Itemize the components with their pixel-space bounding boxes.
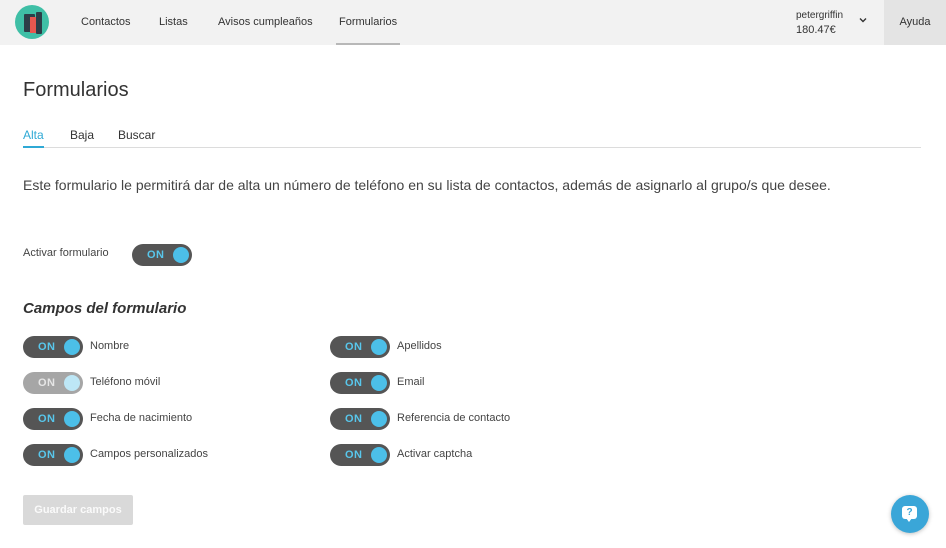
fecha-nacimiento-toggle[interactable]: ON	[23, 408, 83, 430]
tab-baja[interactable]: Baja	[70, 128, 94, 148]
help-button[interactable]: Ayuda	[884, 0, 946, 45]
toggle-knob	[371, 411, 387, 427]
nav-item-contactos[interactable]: Contactos	[81, 0, 131, 45]
user-balance: 180.47€	[796, 24, 836, 36]
intro-text: Este formulario le permitirá dar de alta…	[23, 177, 831, 193]
tab-alta[interactable]: Alta	[23, 128, 44, 148]
toggle-knob	[64, 375, 80, 391]
nav-item-listas[interactable]: Listas	[159, 0, 188, 45]
section-title: Campos del formulario	[23, 300, 187, 317]
toggle-knob	[371, 375, 387, 391]
user-name[interactable]: petergriffin	[796, 10, 843, 21]
telefono-movil-toggle: ON	[23, 372, 83, 394]
activar-captcha-label: Activar captcha	[397, 448, 473, 460]
nav-item-formularios[interactable]: Formularios	[335, 0, 401, 45]
nombre-label: Nombre	[90, 340, 130, 352]
activar-captcha-toggle[interactable]: ON	[330, 444, 390, 466]
activar-formulario-toggle[interactable]: ON	[132, 244, 192, 266]
email-label: Email	[397, 376, 425, 388]
nav-item-avisos-cumpleanos[interactable]: Avisos cumpleaños	[218, 0, 313, 45]
app-logo[interactable]	[15, 5, 49, 39]
chevron-down-icon[interactable]	[858, 15, 868, 25]
referencia-contacto-toggle[interactable]: ON	[330, 408, 390, 430]
toggle-knob	[64, 339, 80, 355]
nombre-toggle[interactable]: ON	[23, 336, 83, 358]
top-navbar: Contactos Listas Avisos cumpleaños Formu…	[0, 0, 946, 45]
apellidos-label: Apellidos	[397, 340, 442, 352]
chat-help-button[interactable]: ?	[891, 495, 929, 533]
activar-formulario-label: Activar formulario	[23, 247, 109, 259]
toggle-knob	[64, 447, 80, 463]
tab-buscar[interactable]: Buscar	[118, 128, 155, 148]
toggle-knob	[371, 447, 387, 463]
toggle-knob	[64, 411, 80, 427]
apellidos-toggle[interactable]: ON	[330, 336, 390, 358]
fecha-nacimiento-label: Fecha de nacimiento	[90, 412, 193, 424]
referencia-contacto-label: Referencia de contacto	[397, 412, 511, 424]
guardar-campos-button[interactable]: Guardar campos	[23, 495, 133, 525]
telefono-movil-label: Teléfono móvil	[90, 376, 161, 388]
toggle-knob	[173, 247, 189, 263]
campos-personalizados-toggle[interactable]: ON	[23, 444, 83, 466]
campos-personalizados-label: Campos personalizados	[90, 448, 209, 460]
form-tabs: Alta Baja Buscar	[23, 128, 921, 148]
page-title: Formularios	[23, 79, 129, 101]
email-toggle[interactable]: ON	[330, 372, 390, 394]
toggle-knob	[371, 339, 387, 355]
